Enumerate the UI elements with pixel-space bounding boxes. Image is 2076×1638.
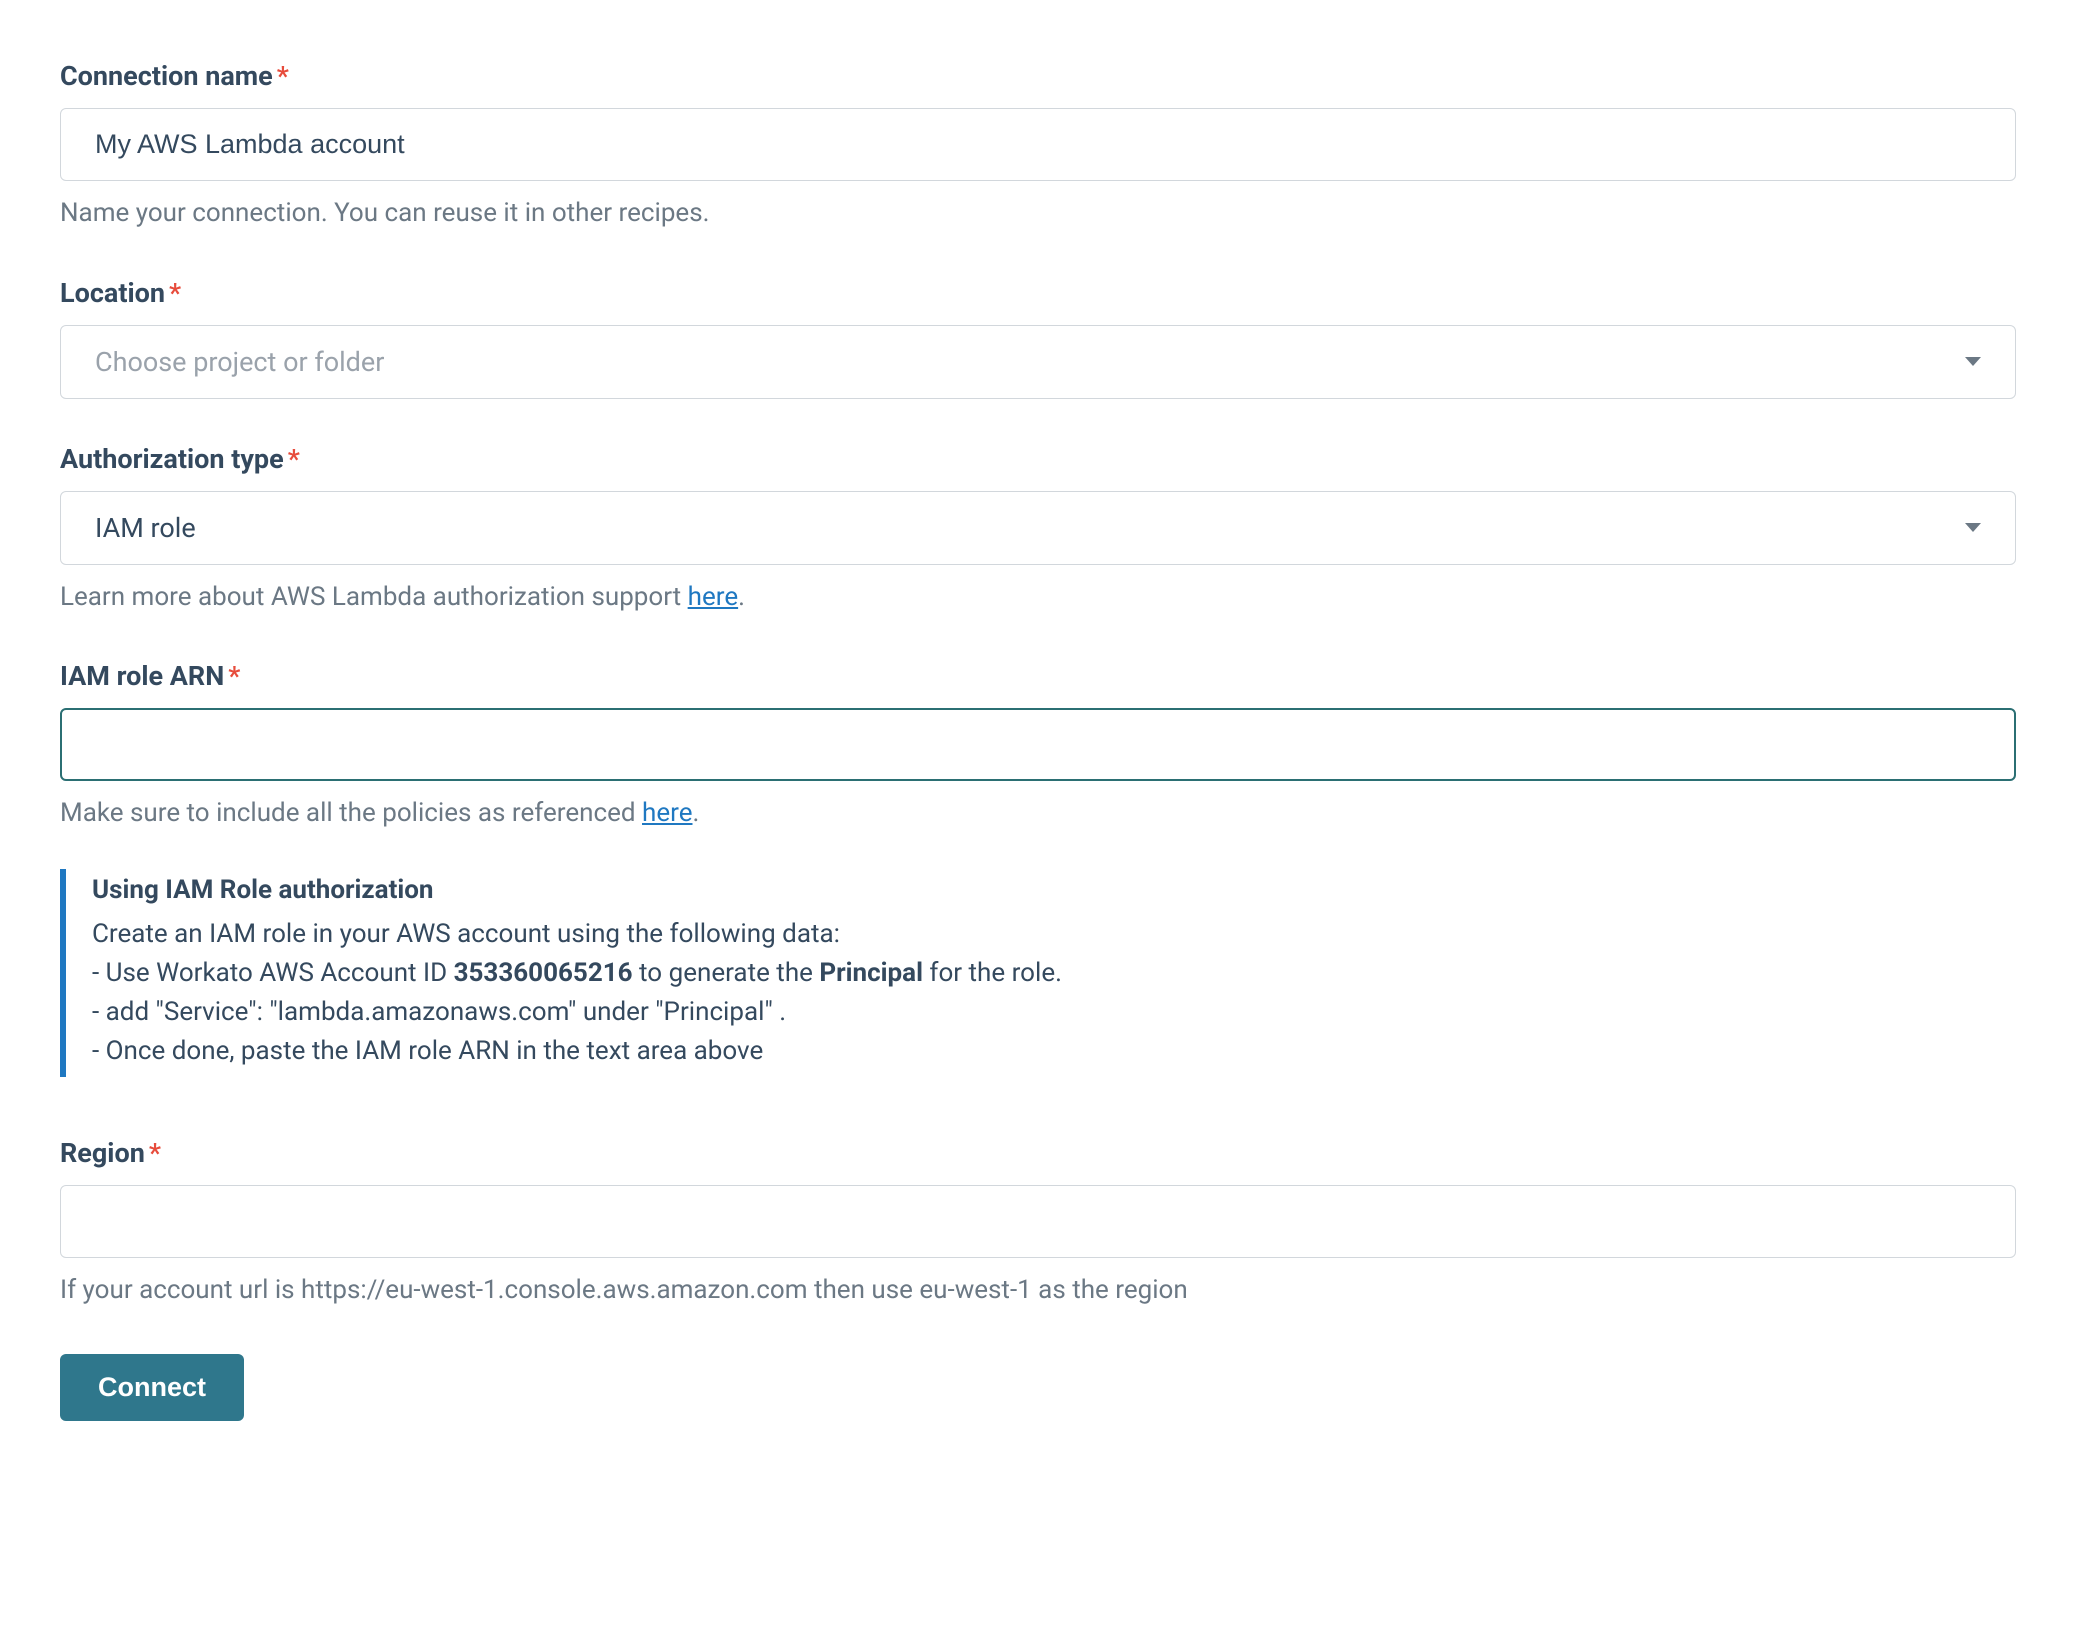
- auth-type-field: Authorization type* IAM role Learn more …: [60, 443, 2016, 617]
- location-placeholder: Choose project or folder: [95, 346, 384, 378]
- iam-role-arn-help: Make sure to include all the policies as…: [60, 795, 2016, 833]
- connection-name-help: Name your connection. You can reuse it i…: [60, 195, 2016, 233]
- required-marker: *: [277, 60, 289, 92]
- auth-type-help-suffix: .: [738, 582, 745, 612]
- iam-info-line-3: - Once done, paste the IAM role ARN in t…: [92, 1032, 2016, 1071]
- location-field: Location* Choose project or folder: [60, 277, 2016, 399]
- iam-role-arn-label: IAM role ARN*: [60, 660, 2016, 692]
- iam-role-arn-help-link[interactable]: here: [642, 798, 692, 828]
- location-label-text: Location: [60, 277, 165, 309]
- iam-role-arn-help-suffix: .: [692, 798, 699, 828]
- auth-type-label-text: Authorization type: [60, 443, 284, 475]
- principal-word: Principal: [819, 958, 923, 988]
- auth-type-value: IAM role: [95, 512, 196, 544]
- connection-name-input[interactable]: [60, 108, 2016, 181]
- region-label: Region*: [60, 1137, 2016, 1169]
- iam-info-intro: Create an IAM role in your AWS account u…: [92, 915, 2016, 954]
- chevron-down-icon: [1965, 523, 1981, 532]
- iam-role-arn-field: IAM role ARN* Make sure to include all t…: [60, 660, 2016, 1077]
- auth-type-select[interactable]: IAM role: [60, 491, 2016, 565]
- iam-role-arn-label-text: IAM role ARN: [60, 660, 224, 692]
- required-marker: *: [149, 1137, 161, 1169]
- location-label: Location*: [60, 277, 2016, 309]
- region-label-text: Region: [60, 1137, 145, 1169]
- required-marker: *: [288, 443, 300, 475]
- auth-type-help-text: Learn more about AWS Lambda authorizatio…: [60, 582, 688, 612]
- auth-type-help: Learn more about AWS Lambda authorizatio…: [60, 579, 2016, 617]
- region-field: Region* If your account url is https://e…: [60, 1137, 2016, 1310]
- required-marker: *: [169, 277, 181, 309]
- iam-info-line-1: - Use Workato AWS Account ID 35336006521…: [92, 954, 2016, 993]
- region-input[interactable]: [60, 1185, 2016, 1258]
- connect-button[interactable]: Connect: [60, 1354, 244, 1421]
- location-select[interactable]: Choose project or folder: [60, 325, 2016, 399]
- auth-type-help-link[interactable]: here: [688, 582, 738, 612]
- iam-info-line-2: - add "Service": "lambda.amazonaws.com" …: [92, 993, 2016, 1032]
- required-marker: *: [228, 660, 240, 692]
- connection-name-label: Connection name*: [60, 60, 2016, 92]
- connection-name-field: Connection name* Name your connection. Y…: [60, 60, 2016, 233]
- iam-role-arn-input[interactable]: [60, 708, 2016, 781]
- connection-name-label-text: Connection name: [60, 60, 273, 92]
- region-help: If your account url is https://eu-west-1…: [60, 1272, 2016, 1310]
- iam-info-title: Using IAM Role authorization: [92, 875, 2016, 905]
- aws-account-id: 353360065216: [454, 958, 633, 988]
- iam-role-arn-help-text: Make sure to include all the policies as…: [60, 798, 642, 828]
- auth-type-label: Authorization type*: [60, 443, 2016, 475]
- chevron-down-icon: [1965, 357, 1981, 366]
- iam-info-box: Using IAM Role authorization Create an I…: [60, 869, 2016, 1077]
